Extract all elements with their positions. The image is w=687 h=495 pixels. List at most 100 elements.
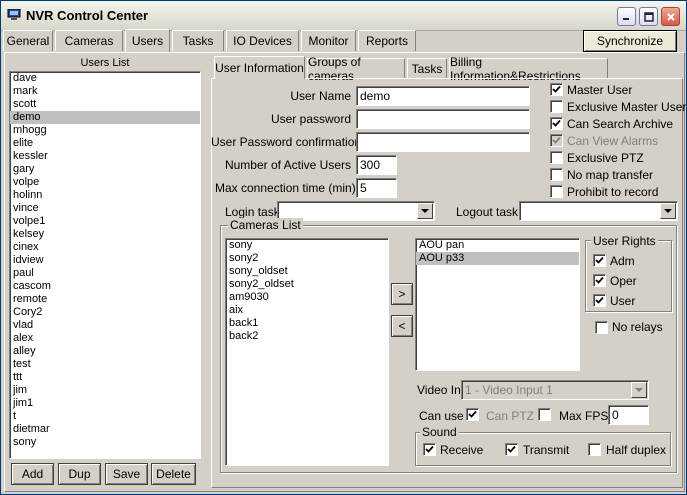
user-list-item[interactable]: vince (10, 202, 200, 215)
sound-title: Sound (420, 425, 459, 439)
user-list-item[interactable]: elite (10, 137, 200, 150)
user-list-item[interactable]: mark (10, 85, 200, 98)
user-list-item[interactable]: ttt (10, 371, 200, 384)
user-list-item[interactable]: mhogg (10, 124, 200, 137)
available-camera-item[interactable]: sony2_oldset (226, 278, 388, 291)
chevron-down-icon[interactable] (631, 382, 647, 398)
chevron-down-icon[interactable] (660, 203, 676, 219)
user-right-checkbox[interactable] (593, 254, 606, 267)
tab-user-information[interactable]: User Information (214, 56, 305, 79)
tab-groups-of-cameras[interactable]: Groups of cameras (307, 55, 405, 83)
tab-io-devices[interactable]: IO Devices (226, 30, 299, 51)
delete-user-button[interactable]: Delete (151, 463, 196, 485)
add-camera-button[interactable]: > (391, 283, 413, 305)
video-in-dropdown[interactable]: 1 - Video Input 1 (461, 380, 649, 400)
maximize-button[interactable] (639, 7, 658, 26)
add-user-button[interactable]: Add (11, 463, 54, 485)
flag-checkbox[interactable] (550, 151, 563, 164)
available-camera-item[interactable]: aix (226, 304, 388, 317)
synchronize-button[interactable]: Synchronize (583, 30, 677, 52)
available-cameras-listbox[interactable]: sony sony2 sony_oldset sony2_oldset am9030 ai… (225, 238, 389, 466)
close-button[interactable] (661, 7, 680, 26)
available-camera-item[interactable]: sony (226, 239, 388, 252)
flag-checkbox[interactable] (550, 83, 563, 96)
user-list-item[interactable]: vlad (10, 319, 200, 332)
user-list-item[interactable]: alley (10, 345, 200, 358)
available-camera-item[interactable]: sony2 (226, 252, 388, 265)
checkmark-icon (552, 85, 561, 93)
flag-checkbox[interactable] (550, 117, 563, 130)
user-right-checkbox[interactable] (593, 274, 606, 287)
tab-user-tasks[interactable]: Tasks (407, 58, 447, 78)
password-confirmation-field[interactable] (356, 132, 530, 152)
user-list-item[interactable]: remote (10, 293, 200, 306)
user-list-item[interactable]: scott (10, 98, 200, 111)
active-users-field[interactable]: 300 (356, 155, 397, 175)
user-list-item[interactable]: sony (10, 436, 200, 449)
tab-monitor[interactable]: Monitor (301, 30, 356, 51)
flag-checkbox[interactable] (550, 134, 563, 147)
available-camera-item[interactable]: sony_oldset (226, 265, 388, 278)
receive-checkbox[interactable] (423, 443, 436, 456)
half-duplex-checkbox[interactable] (588, 443, 601, 456)
user-list-item[interactable]: kelsey (10, 228, 200, 241)
tab-users[interactable]: Users (125, 29, 170, 52)
user-list-item[interactable]: volpe (10, 176, 200, 189)
checkmark-icon (507, 445, 516, 453)
can-use-checkbox[interactable] (466, 408, 479, 421)
user-list-item[interactable]: volpe1 (10, 215, 200, 228)
cameras-list-title: Cameras List (228, 218, 303, 232)
flag-label: Prohibit to record (567, 185, 659, 199)
user-list-item[interactable]: kessler (10, 150, 200, 163)
transmit-checkbox[interactable] (505, 443, 518, 456)
users-listbox[interactable]: dave mark scott demo mhogg elite kessler gary vo… (9, 71, 201, 459)
can-use-label: Can use (419, 409, 464, 423)
user-list-item[interactable]: test (10, 358, 200, 371)
active-users-label: Number of Active Users (224, 158, 351, 172)
user-list-item[interactable]: jim (10, 384, 200, 397)
flag-checkbox[interactable] (550, 168, 563, 181)
user-name-field[interactable]: demo (356, 86, 530, 106)
user-list-item[interactable]: demo (10, 111, 200, 124)
duplicate-user-button[interactable]: Dup (58, 463, 101, 485)
tab-billing-information[interactable]: Billing Information&Restrictions (449, 55, 608, 83)
title-bar[interactable]: NVR Control Center (1, 1, 686, 31)
available-camera-item[interactable]: back1 (226, 317, 388, 330)
logout-task-dropdown[interactable] (519, 201, 678, 221)
user-list-item[interactable]: paul (10, 267, 200, 280)
tab-general[interactable]: General (3, 30, 53, 51)
assigned-camera-item[interactable]: AOU pan (416, 239, 579, 252)
user-list-item[interactable]: gary (10, 163, 200, 176)
user-list-item[interactable]: cinex (10, 241, 200, 254)
max-connection-time-field[interactable]: 5 (356, 178, 397, 198)
user-password-field[interactable] (356, 109, 530, 129)
available-camera-item[interactable]: back2 (226, 330, 388, 343)
user-list-item[interactable]: idview (10, 254, 200, 267)
user-list-item[interactable]: t (10, 410, 200, 423)
user-list-item[interactable]: jim1 (10, 397, 200, 410)
user-right-checkbox[interactable] (593, 294, 606, 307)
remove-camera-button[interactable]: < (391, 315, 413, 337)
user-list-item[interactable]: Cory2 (10, 306, 200, 319)
user-list-item[interactable]: alex (10, 332, 200, 345)
tab-cameras[interactable]: Cameras (55, 30, 123, 51)
user-list-item[interactable]: dietmar (10, 423, 200, 436)
user-list-item[interactable]: dave (10, 72, 200, 85)
chevron-down-icon[interactable] (417, 203, 433, 219)
minimize-button[interactable] (617, 7, 636, 26)
available-camera-item[interactable]: am9030 (226, 291, 388, 304)
no-relays-checkbox[interactable] (595, 321, 608, 334)
user-list-item[interactable]: holinn (10, 189, 200, 202)
flag-checkbox[interactable] (550, 100, 563, 113)
flag-checkbox[interactable] (550, 185, 563, 198)
user-list-item[interactable]: cascom (10, 280, 200, 293)
flag-label: No map transfer (567, 168, 654, 182)
can-ptz-checkbox[interactable] (538, 408, 551, 421)
checkmark-icon (552, 119, 561, 127)
save-user-button[interactable]: Save (105, 463, 148, 485)
tab-reports[interactable]: Reports (358, 30, 416, 51)
tab-tasks[interactable]: Tasks (172, 30, 224, 51)
assigned-cameras-listbox[interactable]: AOU pan AOU p33 (415, 238, 580, 371)
assigned-camera-item[interactable]: AOU p33 (416, 252, 579, 265)
max-fps-field[interactable]: 0 (608, 405, 649, 425)
